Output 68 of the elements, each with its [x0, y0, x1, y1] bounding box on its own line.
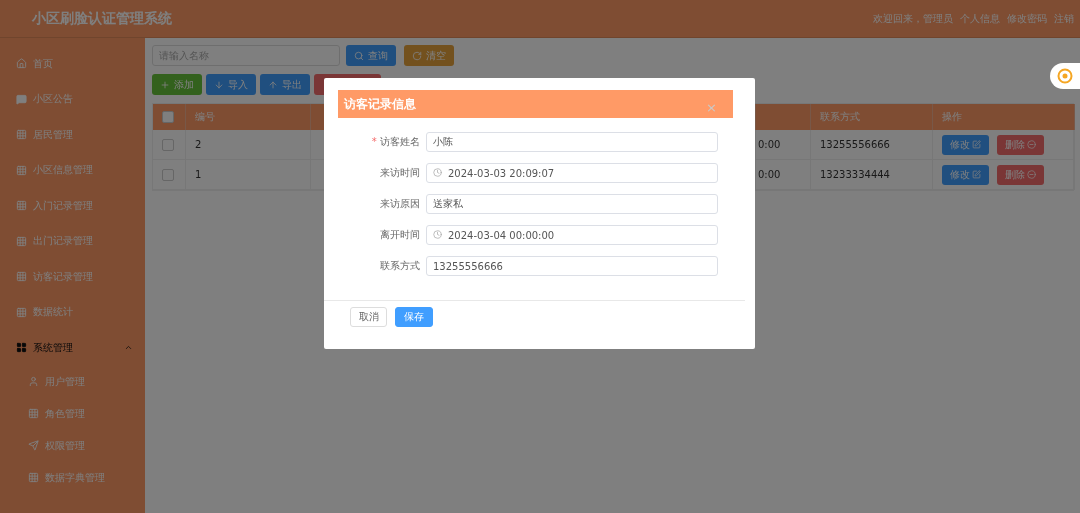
arrow-up-icon [268, 79, 278, 90]
grid-icon [16, 235, 27, 247]
minus-circle-icon [1027, 170, 1036, 179]
edit-button[interactable]: 修改 [942, 134, 989, 155]
save-button[interactable]: 保存 [395, 307, 433, 327]
search-button[interactable]: 查询 [346, 45, 396, 66]
input-field[interactable]: 送家私 [426, 194, 718, 214]
edit-icon [972, 140, 981, 149]
sidebar-item[interactable]: 系统管理 [0, 330, 145, 366]
table-cell: 1 [186, 160, 311, 190]
table-cell: 13233334444 [811, 160, 933, 190]
search-icon [354, 50, 364, 61]
home-icon [16, 58, 27, 70]
close-button[interactable]: × [706, 99, 717, 115]
grid-icon [28, 472, 39, 483]
welcome-text: 欢迎回来，管理员 [873, 11, 953, 26]
field-label: 联系方式 [379, 259, 420, 273]
checkbox[interactable] [162, 111, 174, 123]
table-cell: 2 [186, 130, 311, 160]
column-header: 操作 [933, 104, 1075, 130]
checkbox[interactable] [162, 168, 174, 181]
input-field[interactable]: 小陈 [426, 132, 718, 152]
arrow-down-icon [214, 79, 224, 90]
sidebar-subitem[interactable]: 用户管理 [0, 365, 145, 398]
reset-button[interactable]: 清空 [404, 45, 454, 66]
input-field[interactable]: 13255556666 [426, 256, 718, 276]
grid-icon [16, 129, 27, 141]
table-cell: 0:00 [756, 130, 811, 160]
dialog-title: 访客记录信息 [344, 95, 416, 113]
user-icon [28, 376, 39, 387]
grid-icon [16, 342, 27, 354]
table-cell: 0:00 [756, 160, 811, 190]
field-label: 离开时间 [379, 228, 420, 242]
add-button[interactable]: 添加 [152, 74, 202, 95]
reset-icon [412, 50, 422, 61]
grid-icon [16, 271, 27, 283]
sidebar-item[interactable]: 居民管理 [0, 117, 145, 153]
header-link[interactable]: 修改密码 [1007, 11, 1047, 26]
minus-circle-icon [1027, 140, 1036, 149]
sidebar-item[interactable]: 小区信息管理 [0, 152, 145, 188]
export-button[interactable]: 导出 [260, 74, 310, 95]
grid-icon [16, 306, 27, 318]
sidebar-item[interactable]: 首页 [0, 46, 145, 82]
field-label: 来访原因 [379, 197, 420, 211]
cancel-button[interactable]: 取消 [350, 307, 387, 327]
datetime-field[interactable]: 2024-03-03 20:09:07 [426, 163, 718, 183]
field-label: * 访客姓名 [370, 135, 420, 149]
app-title: 小区刷脸认证管理系统 [32, 9, 172, 28]
checkbox[interactable] [162, 138, 174, 151]
edit-button[interactable]: 修改 [942, 164, 989, 185]
edit-icon [972, 170, 981, 179]
header-link[interactable]: 注销 [1054, 11, 1074, 26]
clock-icon [433, 230, 442, 239]
floating-widget[interactable] [1050, 63, 1080, 89]
datetime-field[interactable]: 2024-03-04 00:00:00 [426, 225, 718, 245]
message-icon [16, 93, 27, 105]
paper-plane-icon [28, 440, 39, 451]
import-button[interactable]: 导入 [206, 74, 256, 95]
clock-icon [433, 168, 442, 177]
table-cell: 13255556666 [811, 130, 933, 160]
plus-icon [160, 79, 170, 90]
field-label: 来访时间 [379, 166, 420, 180]
grid-icon [16, 164, 27, 176]
sidebar-subitem[interactable]: 角色管理 [0, 397, 145, 430]
sidebar-item[interactable]: 小区公告 [0, 81, 145, 117]
column-header: 编号 [186, 104, 311, 130]
grid-icon [16, 200, 27, 212]
grid-icon [28, 408, 39, 419]
